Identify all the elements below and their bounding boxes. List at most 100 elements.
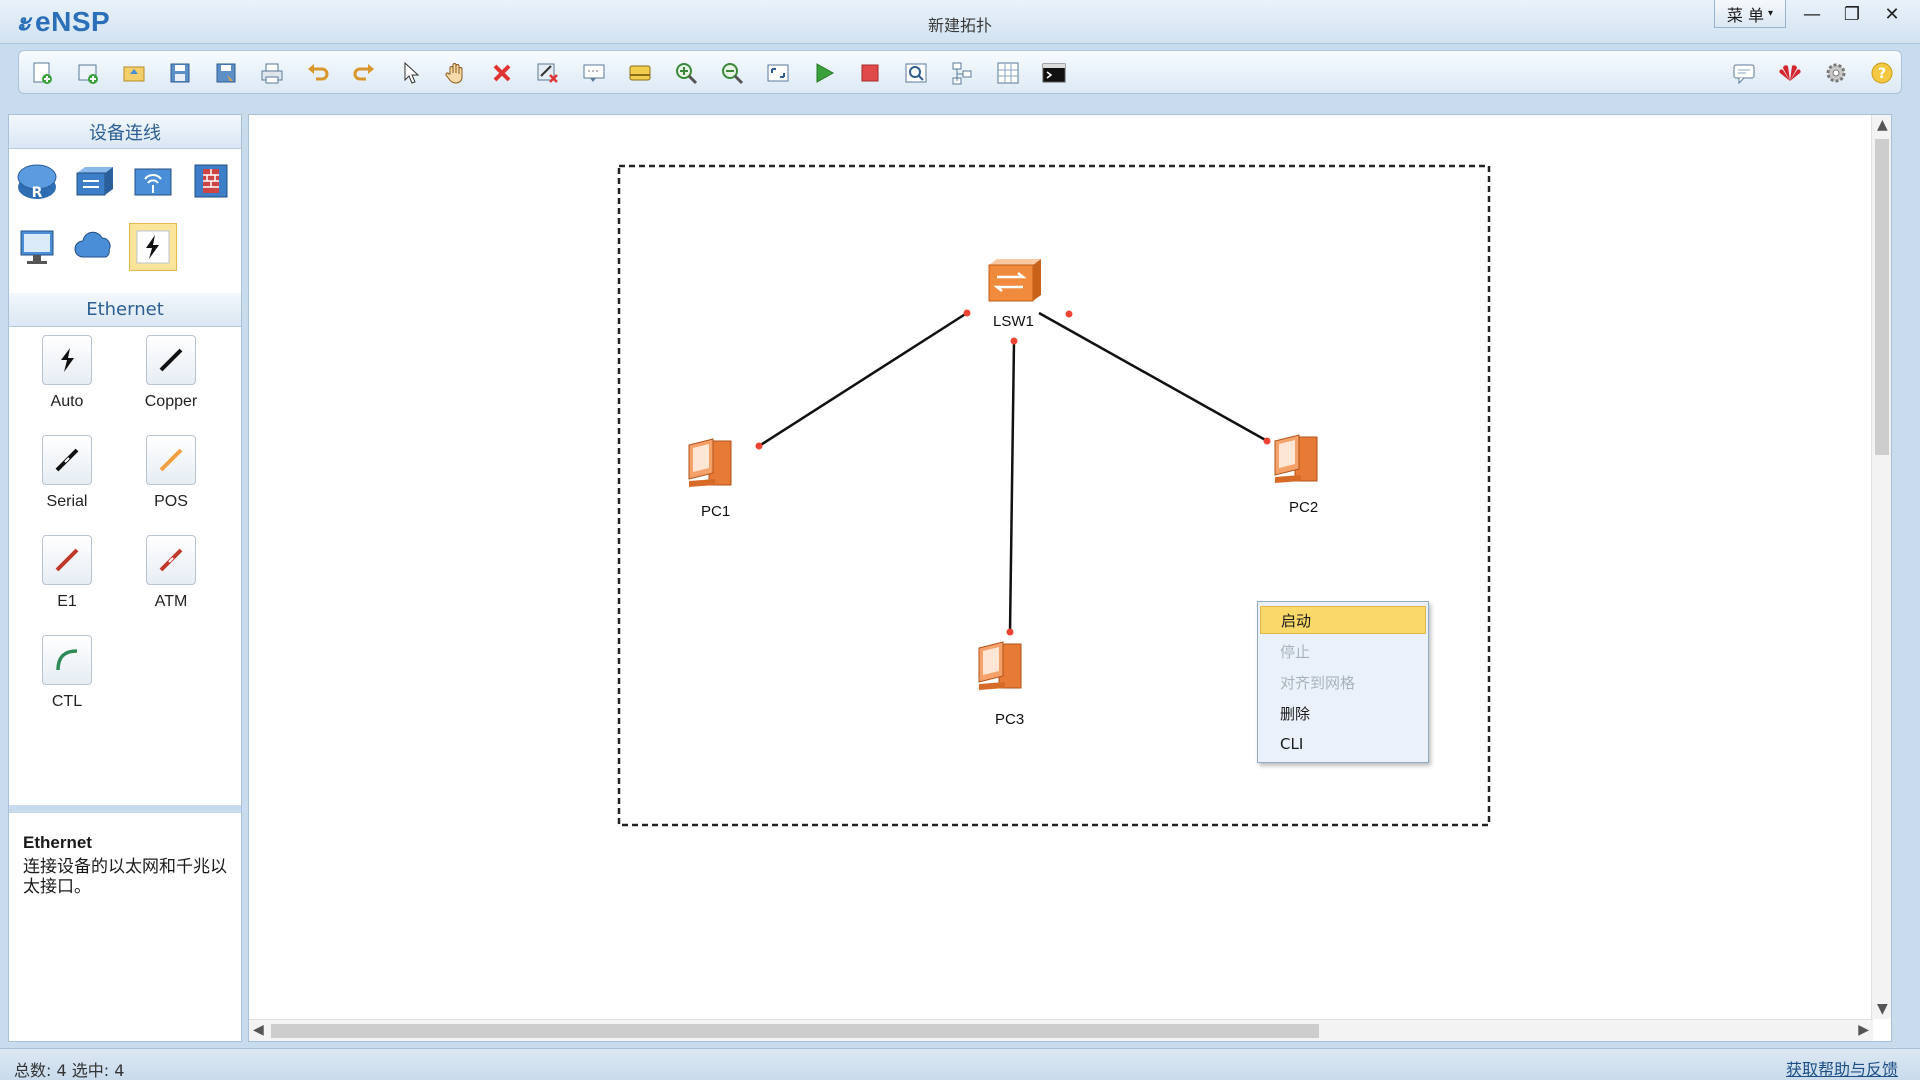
selection-count: 总数: 4 选中: 4 (14, 1061, 125, 1080)
ctl-cable-icon (42, 635, 92, 685)
save-as-icon[interactable] (213, 60, 239, 86)
add-text-icon[interactable] (581, 60, 607, 86)
cable-ctl[interactable]: CTL (17, 635, 117, 711)
stop-device-icon[interactable] (857, 60, 883, 86)
switch-lsw1-icon (988, 259, 1041, 302)
huawei-logo-icon[interactable] (1777, 60, 1803, 86)
cable-copper[interactable]: Copper (121, 335, 221, 411)
switch-icon[interactable] (71, 157, 119, 205)
vertical-scrollbar[interactable]: ▲ ▼ (1871, 115, 1891, 1019)
cli-window-icon[interactable] (1041, 60, 1067, 86)
pos-cable-icon (146, 435, 196, 485)
close-button[interactable]: ✕ (1872, 0, 1912, 28)
help-feedback-link[interactable]: 获取帮助与反馈 (1786, 1056, 1898, 1080)
description-title: Ethernet (23, 833, 92, 852)
scroll-left-icon[interactable]: ◀ (253, 1022, 264, 1038)
pan-hand-icon[interactable] (443, 60, 469, 86)
device-label-lsw1[interactable]: LSW1 (993, 313, 1034, 330)
status-bar: 总数: 4 选中: 4 获取帮助与反馈 (0, 1048, 1920, 1080)
link-lsw1-pc2 (1038, 311, 1270, 444)
delete-icon[interactable] (489, 60, 515, 86)
zoom-out-icon[interactable] (719, 60, 745, 86)
cable-label: Copper (144, 393, 198, 410)
cable-serial[interactable]: Serial (17, 435, 117, 511)
minimize-button[interactable]: — (1792, 0, 1832, 28)
palette-icon[interactable] (627, 60, 653, 86)
menu-label: 菜 单 (1726, 5, 1764, 25)
open-icon[interactable] (121, 60, 147, 86)
new-lab-icon[interactable] (75, 60, 101, 86)
menu-item-delete[interactable]: 删除 (1260, 699, 1426, 727)
menu-item-stop: 停止 (1280, 642, 1311, 661)
main-menu-button[interactable]: 菜 单 ▾ (1713, 0, 1786, 28)
device-label-pc1[interactable]: PC1 (701, 503, 730, 520)
auto-cable-icon (42, 335, 92, 385)
port-dot (1065, 310, 1073, 318)
cable-auto[interactable]: Auto (17, 335, 117, 411)
device-label-pc2[interactable]: PC2 (1289, 499, 1318, 516)
zoom-in-icon[interactable] (673, 60, 699, 86)
topology-drawing (617, 164, 1491, 827)
topology-canvas[interactable]: LSW1 PC1 PC2 PC3 启动 停止 对齐到网格 删除 CLI ▲ ▼ … (248, 114, 1892, 1042)
cable-e1[interactable]: E1 (17, 535, 117, 611)
capture-icon[interactable] (903, 60, 929, 86)
topology-tree-icon[interactable] (949, 60, 975, 86)
cable-type-grid: Auto Copper Serial POS E1 ATM CTL (9, 327, 241, 792)
grid-icon[interactable] (995, 60, 1021, 86)
new-topology-icon[interactable] (29, 60, 55, 86)
menu-item-start[interactable]: 启动 (1260, 606, 1426, 634)
cable-label: ATM (154, 593, 188, 610)
scroll-right-icon[interactable]: ▶ (1858, 1022, 1869, 1038)
cable-label: POS (154, 493, 188, 510)
port-dot (1263, 437, 1271, 445)
ethernet-panel-header: Ethernet (9, 293, 241, 327)
horizontal-scrollbar[interactable]: ◀ ▶ (249, 1019, 1873, 1041)
cable-label: Serial (46, 493, 88, 510)
start-device-icon[interactable] (811, 60, 837, 86)
port-dot (1006, 628, 1014, 636)
settings-icon[interactable] (1823, 60, 1849, 86)
device-panel: 设备连线 R Ethernet Auto Copper Serial POS E… (8, 114, 242, 1042)
cable-atm[interactable]: ATM (121, 535, 221, 611)
restore-button[interactable]: ❐ (1832, 0, 1872, 28)
router-icon[interactable]: R (13, 157, 61, 205)
save-icon[interactable] (167, 60, 193, 86)
horizontal-scroll-thumb[interactable] (271, 1024, 1319, 1038)
restore-icon: ❐ (1843, 3, 1861, 25)
menu-item-cli[interactable]: CLI (1260, 730, 1426, 758)
cable-label: Auto (50, 393, 84, 410)
serial-cable-icon (42, 435, 92, 485)
delete-all-links-icon[interactable] (535, 60, 561, 86)
wireless-icon[interactable] (129, 157, 177, 205)
close-icon: ✕ (1884, 3, 1900, 25)
help-icon[interactable]: ? (1869, 60, 1895, 86)
print-icon[interactable] (259, 60, 285, 86)
port-dot (1010, 337, 1018, 345)
fit-icon[interactable] (765, 60, 791, 86)
pc2-icon (1274, 434, 1318, 483)
e1-cable-icon (42, 535, 92, 585)
window-controls: 菜 单 ▾ — ❐ ✕ (1713, 0, 1912, 28)
connection-icon[interactable] (129, 223, 177, 271)
scroll-down-icon[interactable]: ▼ (1877, 1001, 1888, 1017)
vertical-scroll-thumb[interactable] (1875, 139, 1889, 455)
cable-pos[interactable]: POS (121, 435, 221, 511)
link-lsw1-pc3 (1008, 340, 1016, 633)
device-label-pc3[interactable]: PC3 (995, 711, 1024, 728)
cable-label: CTL (51, 693, 83, 710)
link-lsw1-pc1 (758, 311, 968, 448)
cloud-icon[interactable] (71, 223, 119, 271)
svg-text:?: ? (1878, 66, 1886, 82)
redo-icon[interactable] (351, 60, 377, 86)
firewall-icon[interactable] (187, 157, 235, 205)
device-context-menu: 启动 停止 对齐到网格 删除 CLI (1257, 601, 1429, 763)
pc-terminal-icon[interactable] (13, 223, 61, 271)
scroll-up-icon[interactable]: ▲ (1877, 117, 1888, 133)
window-title: 新建拓扑 (927, 16, 992, 35)
undo-icon[interactable] (305, 60, 331, 86)
copper-cable-icon (146, 335, 196, 385)
select-pointer-icon[interactable] (397, 60, 423, 86)
chat-icon[interactable] (1731, 60, 1757, 86)
port-dot (963, 309, 971, 317)
pc3-icon (978, 641, 1022, 690)
